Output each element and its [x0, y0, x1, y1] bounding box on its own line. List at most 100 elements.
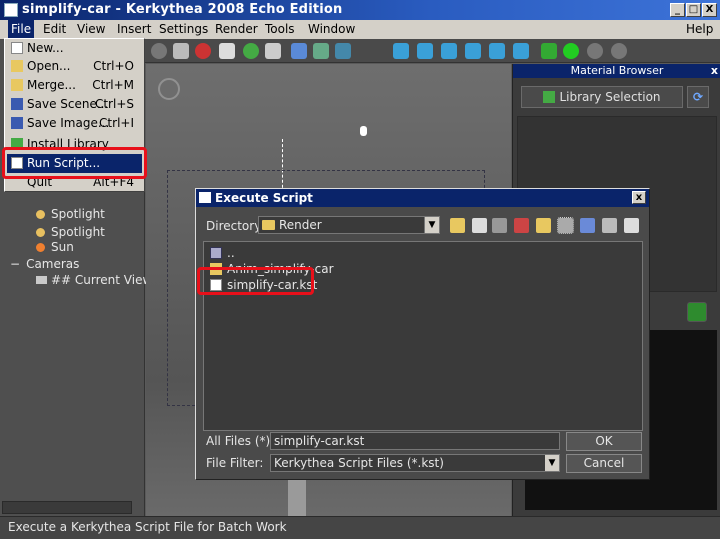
menu-item-new[interactable]: New...	[7, 39, 142, 58]
menu-window[interactable]: Window	[308, 22, 355, 36]
render-start-icon[interactable]	[563, 43, 579, 59]
rotate-tool-icon[interactable]	[243, 43, 259, 59]
tree-cameras[interactable]: − Cameras	[10, 257, 79, 271]
tree-sun[interactable]: Sun	[36, 240, 74, 254]
all-files-label: All Files (*)	[206, 434, 271, 448]
chevron-down-icon[interactable]: ▼	[424, 217, 439, 233]
menu-item-save-image[interactable]: Save Image... Ctrl+I	[7, 114, 142, 133]
zoom-tool-icon[interactable]	[265, 43, 281, 59]
file-name: ..	[227, 246, 235, 260]
cube-front-icon[interactable]	[393, 43, 409, 59]
tree-item-label: Sun	[51, 240, 74, 254]
minimize-button[interactable]: _	[670, 3, 685, 17]
status-bar: Execute a Kerkythea Script File for Batc…	[0, 516, 720, 539]
grid-view-icon[interactable]	[335, 43, 351, 59]
menu-edit[interactable]: Edit	[43, 22, 66, 36]
menu-tools[interactable]: Tools	[265, 22, 295, 36]
merge-folder-icon	[11, 79, 23, 91]
ok-button[interactable]: OK	[566, 432, 642, 451]
menu-help[interactable]: Help	[686, 22, 713, 36]
filename-input[interactable]: simplify-car.kst	[270, 432, 560, 450]
cube-bottom-icon[interactable]	[513, 43, 529, 59]
parent-folder-icon[interactable]	[450, 218, 465, 233]
dialog-title-bar: Execute Script x	[196, 189, 649, 207]
cube-right-icon[interactable]	[465, 43, 481, 59]
detail-view-icon[interactable]	[580, 218, 595, 233]
library-selection-label: Library Selection	[559, 90, 661, 104]
apply-material-icon[interactable]	[687, 302, 707, 322]
file-filter-select[interactable]: Kerkythea Script Files (*.kst) ▼	[270, 454, 560, 472]
file-filter-label: File Filter:	[206, 456, 264, 470]
menu-item-label: Save Image...	[27, 116, 110, 130]
file-filter-value: Kerkythea Script Files (*.kst)	[274, 456, 444, 470]
chevron-down-icon[interactable]: ▼	[545, 455, 559, 471]
camera-icon	[36, 276, 47, 284]
menu-item-shortcut: Ctrl+O	[93, 59, 134, 73]
render-pause-icon[interactable]	[587, 43, 603, 59]
delete-icon[interactable]	[514, 218, 529, 233]
library-icon	[543, 91, 556, 103]
refresh-button[interactable]: ⟳	[687, 86, 709, 108]
directory-label: Directory:	[206, 219, 265, 233]
menu-render[interactable]: Render	[215, 22, 258, 36]
tree-spotlight-1[interactable]: Spotlight	[36, 207, 105, 221]
menu-item-label: Open...	[27, 59, 71, 73]
horizontal-scrollbar[interactable]	[2, 501, 132, 514]
run-script-highlight	[2, 147, 147, 179]
window-title: simplify-car - Kerkythea 2008 Echo Editi…	[22, 2, 343, 17]
menu-item-shortcut: Ctrl+I	[99, 116, 134, 130]
grid-view-icon[interactable]	[602, 218, 617, 233]
material-browser-title: Material Browser	[513, 64, 720, 78]
collapse-icon[interactable]: −	[10, 257, 20, 271]
tree-item-label: ## Current View	[51, 273, 153, 287]
fit-view-icon[interactable]	[313, 43, 329, 59]
menu-item-save-scene[interactable]: Save Scene... Ctrl+S	[7, 95, 142, 114]
tree-spotlight-2[interactable]: Spotlight	[36, 225, 105, 239]
file-row-parent[interactable]: ..	[210, 246, 235, 262]
parent-dir-icon	[210, 247, 222, 259]
render-icon[interactable]	[541, 43, 557, 59]
menu-bar: File Edit View Insert Settings Render To…	[0, 20, 720, 39]
menu-settings[interactable]: Settings	[159, 22, 208, 36]
home-icon[interactable]	[472, 218, 487, 233]
close-icon[interactable]: x	[711, 64, 718, 77]
close-button[interactable]: X	[702, 3, 717, 17]
menu-insert[interactable]: Insert	[117, 22, 151, 36]
render-stop-icon[interactable]	[611, 43, 627, 59]
clipboard-icon[interactable]	[624, 218, 639, 233]
cancel-button[interactable]: Cancel	[566, 454, 642, 473]
execute-script-dialog: Execute Script x Directory: Render ▼ .. …	[195, 188, 650, 480]
directory-select[interactable]: Render ▼	[258, 216, 440, 234]
list-view-icon[interactable]	[557, 217, 574, 234]
tree-item-label: Spotlight	[51, 225, 105, 239]
menu-file[interactable]: File	[8, 20, 35, 39]
dialog-icon	[199, 192, 211, 203]
menu-item-merge[interactable]: Merge... Ctrl+M	[7, 76, 142, 95]
save-disk-icon	[11, 98, 23, 110]
menu-view[interactable]: View	[77, 22, 105, 36]
menu-item-open[interactable]: Open... Ctrl+O	[7, 57, 142, 76]
tree-current-view[interactable]: ## Current View	[36, 273, 152, 287]
tree-item-label: Spotlight	[51, 207, 105, 221]
dialog-title: Execute Script	[215, 191, 313, 205]
sphere-tool-icon[interactable]	[151, 43, 167, 59]
library-selection-button[interactable]: Library Selection	[521, 86, 683, 108]
target-tool-icon[interactable]	[195, 43, 211, 59]
tree-item-label: Cameras	[26, 257, 80, 271]
open-folder-icon	[11, 60, 23, 72]
select-tool-icon[interactable]	[173, 43, 189, 59]
cube-left-icon[interactable]	[441, 43, 457, 59]
bookmark-icon[interactable]	[492, 218, 507, 233]
pan-tool-icon[interactable]	[219, 43, 235, 59]
directory-value: Render	[279, 218, 322, 232]
dialog-close-button[interactable]: x	[632, 191, 646, 204]
script-file-highlight	[197, 267, 314, 295]
maximize-button[interactable]: □	[686, 3, 701, 17]
menu-item-shortcut: Ctrl+S	[94, 97, 134, 111]
new-folder-icon[interactable]	[536, 218, 551, 233]
new-file-icon	[11, 42, 23, 54]
home-view-icon[interactable]	[291, 43, 307, 59]
menu-item-label: Merge...	[27, 78, 76, 92]
cube-top-icon[interactable]	[489, 43, 505, 59]
cube-back-icon[interactable]	[417, 43, 433, 59]
